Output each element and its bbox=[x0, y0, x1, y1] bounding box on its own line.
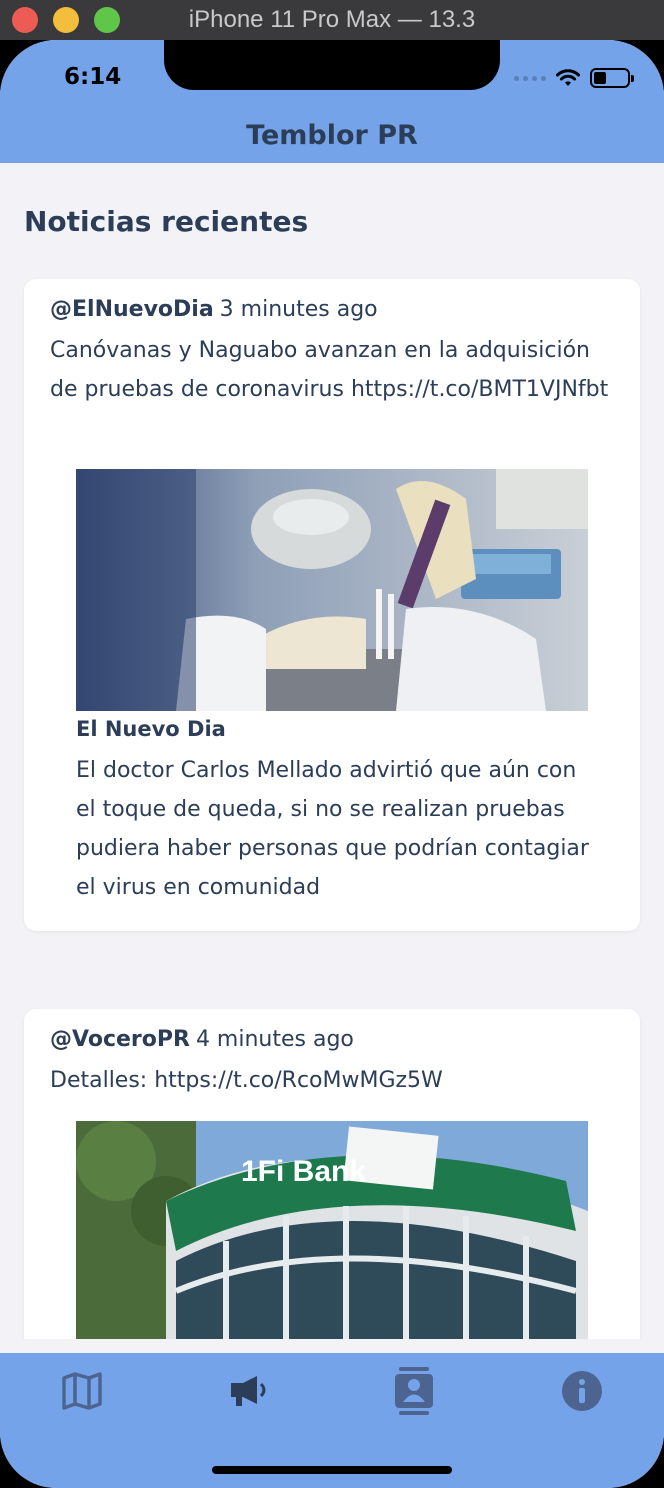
link-preview-source: El Nuevo Dia bbox=[76, 717, 226, 741]
battery-icon bbox=[590, 68, 634, 88]
tweet-time: 3 minutes ago bbox=[219, 297, 378, 322]
tweet-header: @VoceroPR 4 minutes ago bbox=[50, 1027, 354, 1052]
info-icon bbox=[562, 1371, 602, 1411]
home-indicator[interactable] bbox=[212, 1466, 452, 1474]
tweet-time: 4 minutes ago bbox=[195, 1027, 354, 1052]
tweet-header: @ElNuevoDia 3 minutes ago bbox=[50, 297, 378, 322]
tweet-card[interactable]: @ElNuevoDia 3 minutes ago Canóvanas y Nag… bbox=[24, 279, 640, 931]
tweet-text[interactable]: Detalles: https://t.co/RcoMwMGz5W bbox=[50, 1061, 620, 1100]
wifi-icon bbox=[556, 69, 580, 86]
bank-sign-text: 1Fi Bank bbox=[241, 1155, 366, 1188]
link-preview-description: El doctor Carlos Mellado advirtió que aú… bbox=[76, 758, 589, 900]
app-screen: 6:14 Temblor PR Noticias recientes @ElNu… bbox=[0, 40, 664, 1488]
tweet-handle[interactable]: @ElNuevoDia bbox=[50, 297, 214, 322]
megaphone-icon bbox=[231, 1376, 266, 1406]
simulator-titlebar: iPhone 11 Pro Max — 13.3 bbox=[0, 0, 664, 40]
tweet-handle[interactable]: @VoceroPR bbox=[50, 1027, 190, 1052]
tab-map[interactable] bbox=[60, 1369, 104, 1413]
tab-contacts[interactable] bbox=[392, 1367, 436, 1415]
page-title: Temblor PR bbox=[246, 120, 418, 151]
contacts-icon bbox=[395, 1367, 433, 1415]
bank-building-photo[interactable]: 1Fi Bank bbox=[76, 1121, 588, 1339]
map-icon bbox=[62, 1372, 102, 1410]
tab-news[interactable] bbox=[226, 1369, 270, 1413]
tab-bar bbox=[0, 1353, 664, 1488]
tweet-card[interactable]: @VoceroPR 4 minutes ago Detalles: https:/… bbox=[24, 1009, 640, 1339]
device-notch bbox=[164, 40, 500, 90]
news-feed[interactable]: Noticias recientes @ElNuevoDia 3 minutes … bbox=[0, 163, 664, 1339]
status-time: 6:14 bbox=[64, 64, 122, 90]
tab-info[interactable] bbox=[560, 1369, 604, 1413]
cellular-dots-icon bbox=[514, 75, 546, 81]
status-icons bbox=[514, 68, 634, 88]
tweet-text: Canóvanas y Naguabo avanzan en la adquis… bbox=[50, 338, 609, 402]
app-header: 6:14 Temblor PR bbox=[0, 40, 664, 163]
window-title: iPhone 11 Pro Max — 13.3 bbox=[188, 6, 476, 33]
device-frame: 6:14 Temblor PR Noticias recientes @ElNu… bbox=[0, 40, 664, 1488]
lab-pipette-photo[interactable] bbox=[76, 469, 588, 711]
section-title: Noticias recientes bbox=[24, 205, 309, 238]
